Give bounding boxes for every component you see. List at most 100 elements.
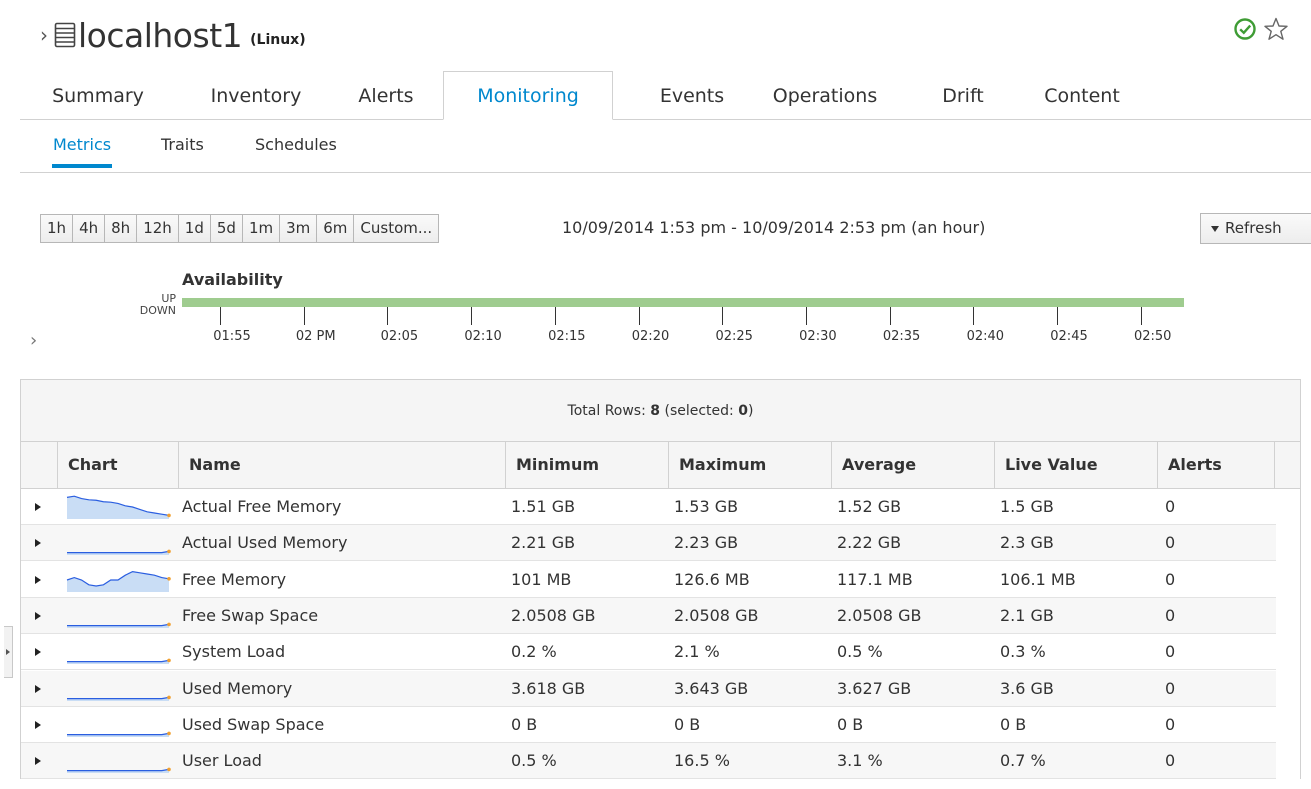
range-button-12h[interactable]: 12h [136,214,179,243]
cell-alerts: 0 [1165,678,1176,698]
axis-tick [889,307,891,325]
range-button-1d[interactable]: 1d [177,214,211,243]
column-header-maximum[interactable]: Maximum [669,442,832,488]
table-row[interactable]: Free Swap Space 2.0508 GB 2.0508 GB 2.0508 … [21,597,1276,634]
cell-avg: 117.1 MB [837,569,913,589]
axis-tick-label: 02:40 [966,329,1005,344]
page-title: localhost1 [78,15,243,55]
tab-events[interactable]: Events [642,72,742,120]
cell-alerts: 0 [1165,497,1176,516]
range-button-custom[interactable]: Custom... [353,214,440,243]
range-button-1m[interactable]: 1m [241,214,281,243]
range-button-1h[interactable]: 1h [40,214,74,243]
sparkline-line [67,732,170,735]
sparkline-last-point [167,576,171,581]
sparkline-chart[interactable] [65,747,171,775]
sparkline-line [67,696,170,699]
tab-drift[interactable]: Drift [928,72,998,120]
row-expand-icon[interactable] [35,684,41,693]
side-panel-handle[interactable] [4,626,13,678]
table-row[interactable]: Used Memory 3.618 GB 3.643 GB 3.627 GB 3.6 G… [21,670,1276,707]
table-row[interactable]: User Load 0.5 % 16.5 % 3.1 % 0.7 % 0 [21,743,1276,780]
axis-tick [722,307,724,325]
cell-live: 2.1 GB [1000,605,1054,625]
column-header-live-value[interactable]: Live Value [995,442,1158,488]
check-circle-icon [1233,17,1257,45]
tab-inventory[interactable]: Inventory [196,72,316,120]
range-button-4h[interactable]: 4h [72,214,106,243]
axis-tick [1057,307,1058,325]
selected-label: (selected: [664,403,734,419]
cell-max: 0 B [674,714,701,734]
subtab-metrics[interactable]: Metrics [51,135,113,168]
availability-title: Availability [182,270,283,289]
row-expand-icon[interactable] [35,757,41,766]
main-tabs: Summary Inventory Alerts Monitoring Even… [20,71,1311,120]
sparkline-chart[interactable] [65,711,171,739]
subtab-traits[interactable]: Traits [161,135,204,154]
cell-avg: 2.22 GB [837,533,902,553]
row-expand-icon[interactable] [35,648,41,657]
row-expand-icon[interactable] [35,575,41,584]
sparkline-chart[interactable] [65,675,171,703]
table-row[interactable]: Actual Free Memory 1.51 GB 1.53 GB 1.52 GB 1… [21,489,1276,525]
caret-down-icon [1211,225,1219,232]
selected-close: ) [747,403,754,419]
header-actions [1233,16,1289,46]
metrics-table: Total Rows: 8 (selected: 0) Chart Name M… [20,379,1301,780]
row-expand-icon[interactable] [35,611,41,620]
star-outline-icon[interactable] [1263,16,1289,46]
range-button-6m[interactable]: 6m [316,214,355,243]
column-header-alerts[interactable]: Alerts [1158,442,1275,488]
sparkline-last-point [167,513,171,518]
cell-name: Actual Used Memory [182,533,348,553]
sparkline-chart[interactable] [65,566,171,594]
subtab-schedules[interactable]: Schedules [255,135,337,154]
sparkline-last-point [167,731,171,735]
sparkline-area [67,496,169,519]
table-row[interactable]: Actual Used Memory 2.21 GB 2.23 GB 2.22 GB 2… [21,525,1276,562]
column-header-name[interactable]: Name [179,442,506,488]
axis-tick-label: 02:05 [380,329,419,344]
axis-tick [220,307,221,325]
tab-alerts[interactable]: Alerts [350,72,422,120]
expand-chevron-icon[interactable]: › [30,330,37,351]
sparkline-chart[interactable] [65,493,171,521]
column-header-chart[interactable]: Chart [58,442,179,488]
sparkline-chart[interactable] [65,638,171,666]
sparkline-chart[interactable] [65,529,171,557]
table-row[interactable]: System Load 0.2 % 2.1 % 0.5 % 0.3 % 0 [21,634,1276,671]
sparkline-last-point [167,549,171,554]
availability-down-label: DOWN [139,304,176,317]
breadcrumb-chevron-icon[interactable]: › [40,23,48,47]
row-expand-icon[interactable] [35,720,41,729]
cell-avg: 0.5 % [837,642,883,662]
sparkline-line [67,659,170,663]
refresh-button[interactable]: Refresh [1200,213,1311,244]
column-header-menu[interactable] [1275,442,1300,488]
axis-tick-label: 02:35 [882,329,921,344]
range-button-5d[interactable]: 5d [209,214,243,243]
tab-content[interactable]: Content [1032,72,1132,120]
tab-monitoring[interactable]: Monitoring [443,71,613,120]
tab-summary[interactable]: Summary [40,72,156,120]
axis-tick [1140,307,1142,325]
sparkline-last-point [167,622,171,627]
cell-alerts: 0 [1165,533,1176,553]
column-header-average[interactable]: Average [832,442,995,488]
range-button-3m[interactable]: 3m [279,214,318,243]
sparkline-chart[interactable] [65,602,171,630]
table-row[interactable]: Free Memory 101 MB 126.6 MB 117.1 MB 106.1 M… [21,562,1276,598]
sparkline-line [67,623,170,627]
tab-operations[interactable]: Operations [760,72,890,120]
resource-header: › localhost1 (Linux) [40,12,306,58]
cell-max: 2.1 % [674,642,720,662]
row-expand-icon[interactable] [35,503,41,511]
column-header-minimum[interactable]: Minimum [506,442,669,488]
cell-live: 106.1 MB [1000,569,1076,589]
cell-name: User Load [182,751,262,771]
cell-max: 126.6 MB [674,569,750,589]
table-row[interactable]: Used Swap Space 0 B 0 B 0 B 0 B 0 [21,707,1276,743]
row-expand-icon[interactable] [35,539,41,548]
range-button-8h[interactable]: 8h [104,214,138,243]
